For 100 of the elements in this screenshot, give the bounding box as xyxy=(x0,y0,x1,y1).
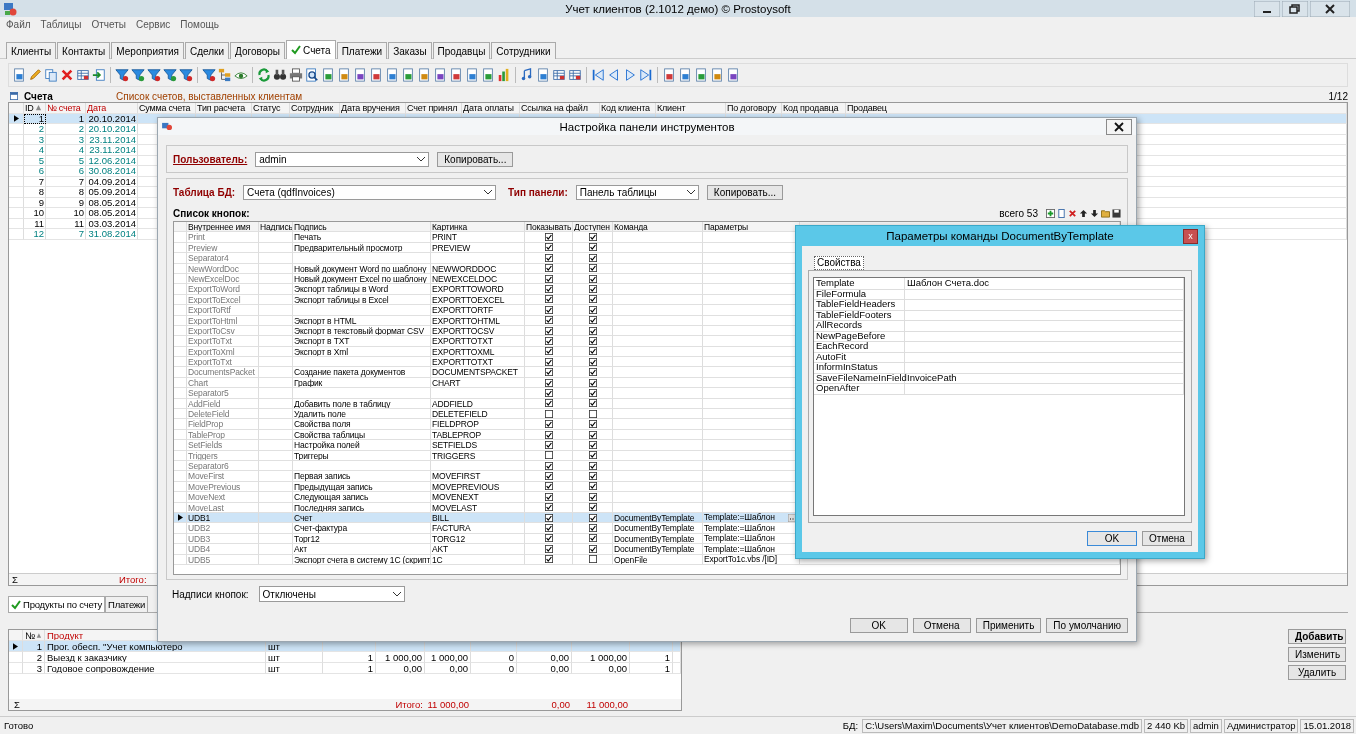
tab[interactable]: Сделки xyxy=(185,42,230,59)
document-icon[interactable] xyxy=(12,68,26,82)
document-icon[interactable] xyxy=(710,68,724,82)
checkbox[interactable] xyxy=(544,524,553,532)
checkbox[interactable] xyxy=(588,534,597,543)
panel-type-dropdown[interactable]: Панель таблицы xyxy=(575,184,699,200)
document-icon[interactable] xyxy=(678,68,692,82)
tab-label[interactable]: Сделки xyxy=(190,45,225,57)
value-cell[interactable] xyxy=(905,288,1184,300)
column-header[interactable]: Подпись xyxy=(293,222,431,233)
captions-dropdown[interactable]: Отключены xyxy=(258,586,405,602)
column-header[interactable]: Доступен xyxy=(573,222,613,233)
column-header[interactable]: Показывать xyxy=(525,222,573,233)
tab-label[interactable]: Заказы xyxy=(393,45,427,57)
checkbox[interactable] xyxy=(544,274,553,283)
checkbox[interactable] xyxy=(544,409,553,418)
column-header[interactable]: Дата вручения xyxy=(340,103,406,114)
checkbox[interactable] xyxy=(588,503,597,512)
filter-icon[interactable] xyxy=(179,68,193,82)
table-icon[interactable] xyxy=(568,68,582,82)
document-icon[interactable] xyxy=(726,68,740,82)
column-header[interactable]: Ссылка на файл xyxy=(520,103,600,114)
checkbox[interactable] xyxy=(588,274,597,283)
checkbox[interactable] xyxy=(588,357,597,366)
skip-right-icon[interactable] xyxy=(639,68,653,82)
checkbox[interactable] xyxy=(588,461,597,470)
column-header[interactable]: Продавец xyxy=(846,103,1347,114)
checkbox[interactable] xyxy=(544,513,553,522)
column-header[interactable]: Код клиента xyxy=(600,103,656,114)
table-dropdown[interactable]: Счета (qdfInvoices) xyxy=(243,184,497,200)
restore-icon[interactable] xyxy=(1282,0,1308,17)
value-cell[interactable] xyxy=(905,341,1184,353)
checkbox[interactable] xyxy=(588,472,597,481)
checkbox[interactable] xyxy=(588,295,597,304)
menu-item[interactable]: Таблицы xyxy=(40,19,82,32)
column-header[interactable]: Статус xyxy=(252,103,290,114)
filter-icon[interactable] xyxy=(202,68,216,82)
checkbox[interactable] xyxy=(588,420,597,429)
filter-icon[interactable] xyxy=(163,68,177,82)
value-cell[interactable] xyxy=(905,309,1184,321)
checkbox[interactable] xyxy=(544,555,553,564)
binoculars-icon[interactable] xyxy=(273,68,287,82)
table-icon[interactable] xyxy=(552,68,566,82)
close-button[interactable]: x xyxy=(1183,228,1198,244)
close-icon[interactable] xyxy=(1310,0,1350,17)
checkbox[interactable] xyxy=(544,305,553,314)
checkbox[interactable] xyxy=(544,264,553,273)
bar-chart-icon[interactable] xyxy=(497,68,511,82)
checkbox[interactable] xyxy=(544,388,553,397)
document-icon[interactable] xyxy=(321,68,335,82)
checkbox[interactable] xyxy=(544,472,553,481)
dialog-button[interactable]: Применить xyxy=(975,618,1042,633)
printer-icon[interactable] xyxy=(289,68,303,82)
checkbox[interactable] xyxy=(544,534,553,543)
tab[interactable]: Контакты xyxy=(57,42,111,59)
checkbox[interactable] xyxy=(544,399,553,408)
close-icon[interactable] xyxy=(1106,118,1132,135)
tab[interactable]: Продавцы xyxy=(432,42,491,59)
skip-left-icon[interactable] xyxy=(591,68,605,82)
checkbox[interactable] xyxy=(588,378,597,387)
tab-label[interactable]: Продукты по счету xyxy=(23,599,102,610)
document-icon[interactable] xyxy=(449,68,463,82)
document-icon[interactable] xyxy=(369,68,383,82)
checkbox[interactable] xyxy=(544,316,553,325)
tab[interactable]: Заказы xyxy=(388,42,432,59)
checkbox[interactable] xyxy=(588,482,597,491)
value-cell[interactable] xyxy=(905,362,1184,374)
tab-label[interactable]: Продавцы xyxy=(437,45,486,57)
column-header[interactable]: Сотрудник xyxy=(290,103,340,114)
checkbox[interactable] xyxy=(588,440,597,449)
checkbox[interactable] xyxy=(544,492,553,501)
column-header[interactable]: Надпись xyxy=(259,222,293,233)
checkbox[interactable] xyxy=(588,513,597,522)
checkbox[interactable] xyxy=(544,440,553,449)
filter-icon[interactable] xyxy=(131,68,145,82)
checkbox[interactable] xyxy=(544,243,553,252)
filter-icon[interactable] xyxy=(147,68,161,82)
checkbox[interactable] xyxy=(544,295,553,304)
document-icon[interactable] xyxy=(662,68,676,82)
tab[interactable]: Свойства xyxy=(814,256,864,270)
down-arrow-icon[interactable] xyxy=(1090,208,1099,218)
checkbox[interactable] xyxy=(544,482,553,491)
table-icon[interactable] xyxy=(76,68,90,82)
copy-button[interactable]: Копировать... xyxy=(706,184,784,200)
column-header[interactable]: Сумма счета xyxy=(138,103,196,114)
document-icon[interactable] xyxy=(417,68,431,82)
value-cell[interactable] xyxy=(905,299,1184,311)
checkbox[interactable] xyxy=(588,253,597,262)
tab[interactable]: Продукты по счету xyxy=(8,596,105,612)
checkbox[interactable] xyxy=(588,326,597,335)
checkbox[interactable] xyxy=(544,233,553,242)
checkbox[interactable] xyxy=(588,316,597,325)
checkbox[interactable] xyxy=(588,337,597,345)
checkbox[interactable] xyxy=(544,420,553,429)
filter-icon[interactable] xyxy=(115,68,129,82)
column-header[interactable]: ID xyxy=(24,103,46,114)
column-header[interactable]: Картинка xyxy=(431,222,525,233)
column-header[interactable]: Тип расчета xyxy=(196,103,252,114)
checkbox[interactable] xyxy=(588,388,597,397)
tree-icon[interactable] xyxy=(218,68,232,82)
